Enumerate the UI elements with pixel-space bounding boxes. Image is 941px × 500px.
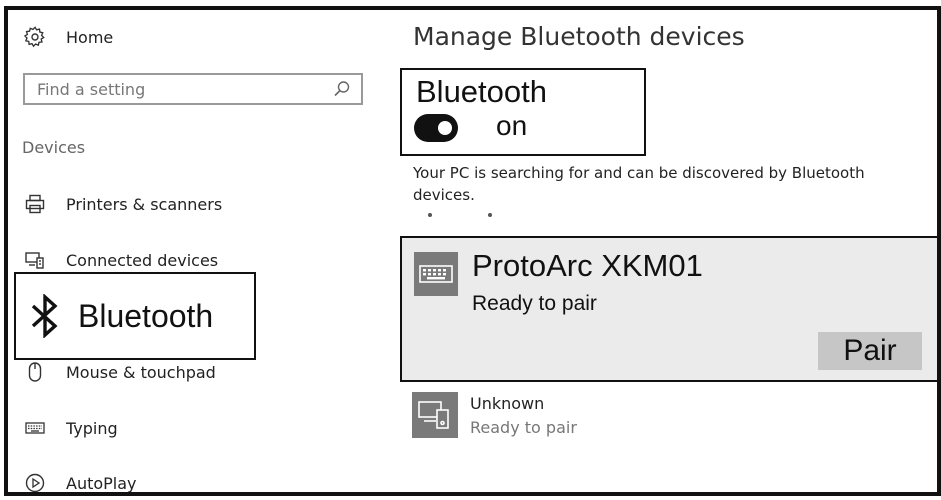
mouse-icon [24,361,46,383]
main-content: Manage Bluetooth devices Bluetooth on Yo… [400,10,937,492]
sidebar-item-printers[interactable]: Printers & scanners [24,191,222,217]
sidebar-item-connected-devices[interactable]: Connected devices [24,247,218,273]
gear-icon [23,26,46,48]
section-heading-devices: Devices [22,138,86,157]
search-input[interactable] [25,75,333,103]
keyboard-icon [24,417,46,439]
home-label: Home [66,27,114,47]
search-icon[interactable] [333,80,351,98]
sidebar-item-label: Typing [66,418,118,438]
bluetooth-state-text: on [496,110,528,141]
bluetooth-icon [28,293,62,339]
search-box[interactable] [23,73,363,105]
sidebar: Home Devices [8,10,378,492]
device-status: Ready to pair [472,292,597,315]
sidebar-item-typing[interactable]: Typing [24,415,118,441]
device-name: ProtoArc XKM01 [472,248,703,283]
bluetooth-label: Bluetooth [416,74,547,109]
device-status: Ready to pair [470,418,577,437]
toggle-knob [438,121,452,135]
printer-icon [24,193,46,215]
device-name: Unknown [470,394,545,413]
keyboard-device-icon [414,252,458,296]
connected-devices-icon [24,249,46,271]
sidebar-item-bluetooth[interactable]: Bluetooth [14,272,256,360]
sidebar-item-label: AutoPlay [66,473,137,493]
sidebar-item-label: Printers & scanners [66,194,223,214]
autoplay-icon [24,472,46,492]
pair-button[interactable]: Pair [818,332,922,370]
sidebar-item-mouse[interactable]: Mouse & touchpad [24,359,216,385]
progress-dot [428,213,432,217]
unknown-device-icon [412,392,458,438]
sidebar-item-autoplay[interactable]: AutoPlay [24,470,137,493]
device-card-protoarc[interactable]: ProtoArc XKM01 Ready to pair Pair [400,236,937,382]
sidebar-item-label: Connected devices [66,250,219,270]
bluetooth-toggle-card: Bluetooth on [400,68,646,156]
page-title: Manage Bluetooth devices [413,22,745,51]
progress-dot [488,213,492,217]
sidebar-item-label: Bluetooth [78,297,214,334]
sidebar-item-label: Mouse & touchpad [66,362,216,382]
discovery-description: Your PC is searching for and can be disc… [413,164,865,204]
settings-window: Home Devices [4,6,941,496]
sidebar-item-home[interactable]: Home [23,24,114,50]
bluetooth-toggle[interactable] [414,114,458,142]
